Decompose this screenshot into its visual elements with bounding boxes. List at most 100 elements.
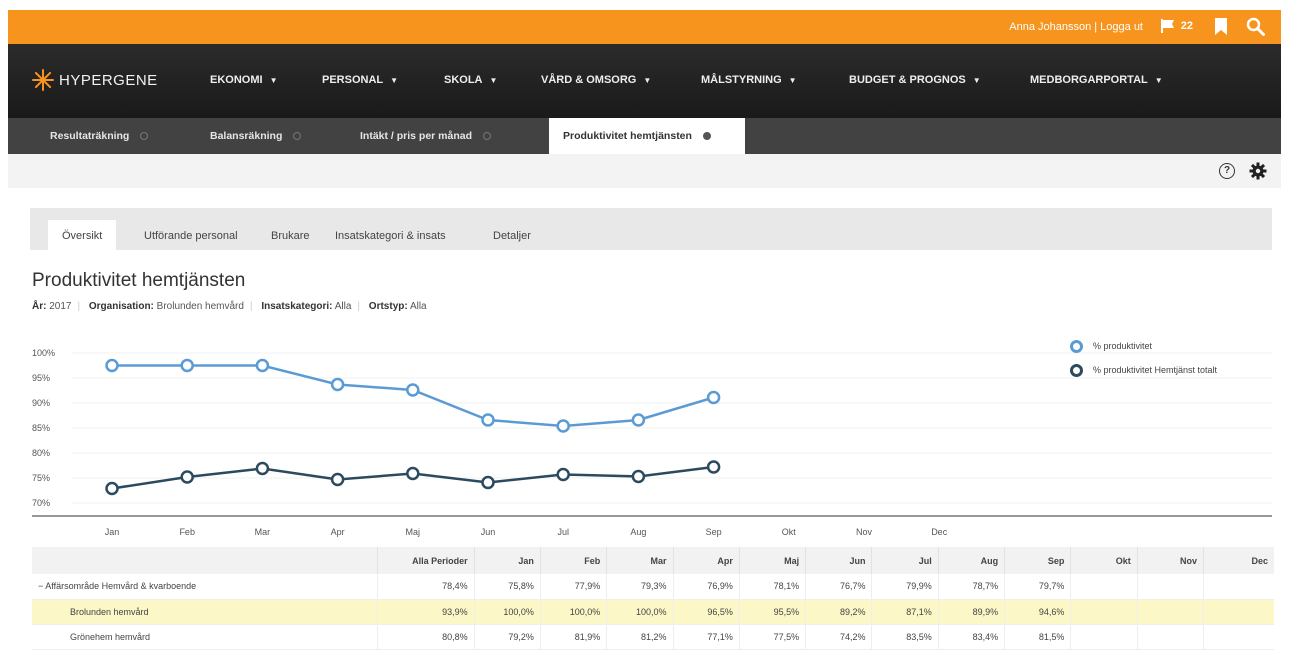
table-cell: 74,2% [805,624,872,650]
filter-cat[interactable]: Alla [335,301,352,312]
legend-marker [1070,363,1083,377]
column-header[interactable]: Jul [871,547,939,574]
column-header[interactable]: Aug [937,547,1005,574]
table-cell [1136,599,1204,625]
column-header[interactable]: Maj [738,547,806,574]
legend-item[interactable]: % produktivitet Hemtjänst totalt [1070,358,1217,382]
nav-skola[interactable]: SKOLA ▼ [444,74,497,86]
data-point [556,419,570,433]
filter-cat-label: Insatskategori: [261,301,333,312]
subtab-detaljer[interactable]: Detaljer [479,220,545,250]
data-point [180,470,194,484]
x-tick-label: Dec [931,527,948,537]
column-header[interactable] [32,547,378,574]
legend-item[interactable]: % produktivitet [1070,334,1217,358]
data-point [180,358,194,373]
filter-type-label: Ortstyp: [368,301,408,312]
close-tab-icon[interactable] [483,132,492,140]
table-cell: 79,7% [1004,574,1071,600]
column-header[interactable]: Feb [539,547,607,574]
tab-intakt-pris[interactable]: Intäkt / pris per månad [346,118,536,154]
data-point [330,472,345,487]
row-label[interactable]: − Affärsområde Hemvård & kvarboende [32,574,378,600]
chevron-down-icon: ▼ [390,75,399,85]
column-header[interactable]: Nov [1136,547,1204,574]
productivity-table: Alla Perioder Jan Feb Mar Apr Maj Jun Jul Aug Sep… [32,547,1274,650]
nav-label: BUDGET & PROGNOS [849,74,966,86]
table-cell: 81,9% [539,624,607,650]
column-header[interactable]: Okt [1070,547,1138,574]
table-row[interactable]: − Affärsområde Hemvård & kvarboende 78,4%… [32,574,1274,600]
tab-label: Balansräkning [210,130,283,142]
nav-vard-omsorg[interactable]: VÅRD & OMSORG ▼ [541,74,651,86]
y-tick-label: 95% [32,373,50,383]
y-tick-label: 85% [32,423,50,433]
x-tick-label: Jan [105,527,120,537]
subtab-brukare[interactable]: Brukare [257,220,324,250]
data-point [706,460,721,474]
chevron-down-icon: ▼ [643,75,652,85]
tab-produktivitet[interactable]: Produktivitet hemtjänsten [549,118,745,154]
subtab-insatskategori[interactable]: Insatskategori & insats [321,220,460,250]
user-logout-link[interactable]: Anna Johansson | Logga ut [1009,21,1143,33]
table-cell: 80,8% [377,624,475,650]
row-label[interactable]: Grönehem hemvård [32,624,378,650]
column-header[interactable]: Mar [606,547,674,574]
table-cell: 87,1% [871,599,939,625]
filter-year-label: År: [32,301,47,312]
filter-year[interactable]: 2017 [49,301,71,312]
nav-ekonomi[interactable]: EKONOMI ▼ [210,74,277,86]
nav-budget-prognos[interactable]: BUDGET & PROGNOS ▼ [849,74,981,86]
flag-icon [1160,19,1174,33]
tab-resultatrakning[interactable]: Resultaträkning [36,118,186,154]
help-icon[interactable]: ? [1219,163,1235,179]
filter-summary: År: 2017 | Organisation: Brolunden hemvår… [32,301,427,312]
x-tick-label: Okt [782,527,797,537]
filter-type[interactable]: Alla [410,301,427,312]
hypergene-logo[interactable]: HYPERGENE [32,69,158,91]
notifications-button[interactable]: 22 [1160,18,1193,34]
data-point [556,467,570,482]
table-cell: 77,5% [738,624,806,650]
nav-label: PERSONAL [322,74,384,86]
nav-medborgarportal[interactable]: MEDBORGARPORTAL ▼ [1030,74,1163,86]
column-header[interactable]: Jun [805,547,872,574]
logo-text: HYPERGENE [59,71,158,89]
column-header[interactable]: Dec [1203,547,1274,574]
column-header[interactable]: Alla Perioder [377,547,475,574]
table-cell [1203,574,1274,600]
search-icon[interactable] [1246,17,1265,36]
page-tabs: Resultaträkning Balansräkning Intäkt / p… [8,118,1281,154]
data-point [406,466,420,481]
nav-personal[interactable]: PERSONAL ▼ [322,74,398,86]
table-row[interactable]: Grönehem hemvård 80,8% 79,2% 81,9% 81,2% 77,1… [32,624,1274,650]
column-header[interactable]: Jan [473,547,541,574]
table-cell: 79,3% [606,574,674,600]
table-cell [1136,624,1204,650]
filter-org[interactable]: Brolunden hemvård [157,301,244,312]
chevron-down-icon: ▼ [972,75,981,85]
table-row[interactable]: Brolunden hemvård 93,9% 100,0% 100,0% 100,0%… [32,599,1274,625]
data-point [105,481,119,496]
legend-label: % produktivitet [1093,341,1153,351]
chart-legend: % produktivitet % produktivitet Hemtjäns… [1070,334,1217,382]
row-label[interactable]: Brolunden hemvård [32,599,378,625]
close-tab-icon[interactable] [293,132,302,140]
table-cell: 79,9% [871,574,939,600]
subtab-utforande-personal[interactable]: Utförande personal [130,220,252,250]
close-tab-icon[interactable] [140,132,149,140]
column-header[interactable]: Apr [672,547,740,574]
data-point [481,475,495,490]
x-tick-label: Jun [481,527,496,537]
nav-malstyrning[interactable]: MÅLSTYRNING ▼ [701,74,797,86]
close-tab-icon[interactable] [702,132,711,140]
column-header[interactable]: Sep [1004,547,1071,574]
x-tick-label: Apr [331,527,345,537]
tab-label: Produktivitet hemtjänsten [563,130,692,142]
x-tick-label: Nov [856,527,873,537]
subtab-oversikt[interactable]: Översikt [48,220,117,250]
tab-balansrakning[interactable]: Balansräkning [196,118,346,154]
gear-icon[interactable] [1249,162,1267,180]
bookmark-icon[interactable] [1215,18,1227,35]
nav-label: MEDBORGARPORTAL [1030,74,1148,86]
